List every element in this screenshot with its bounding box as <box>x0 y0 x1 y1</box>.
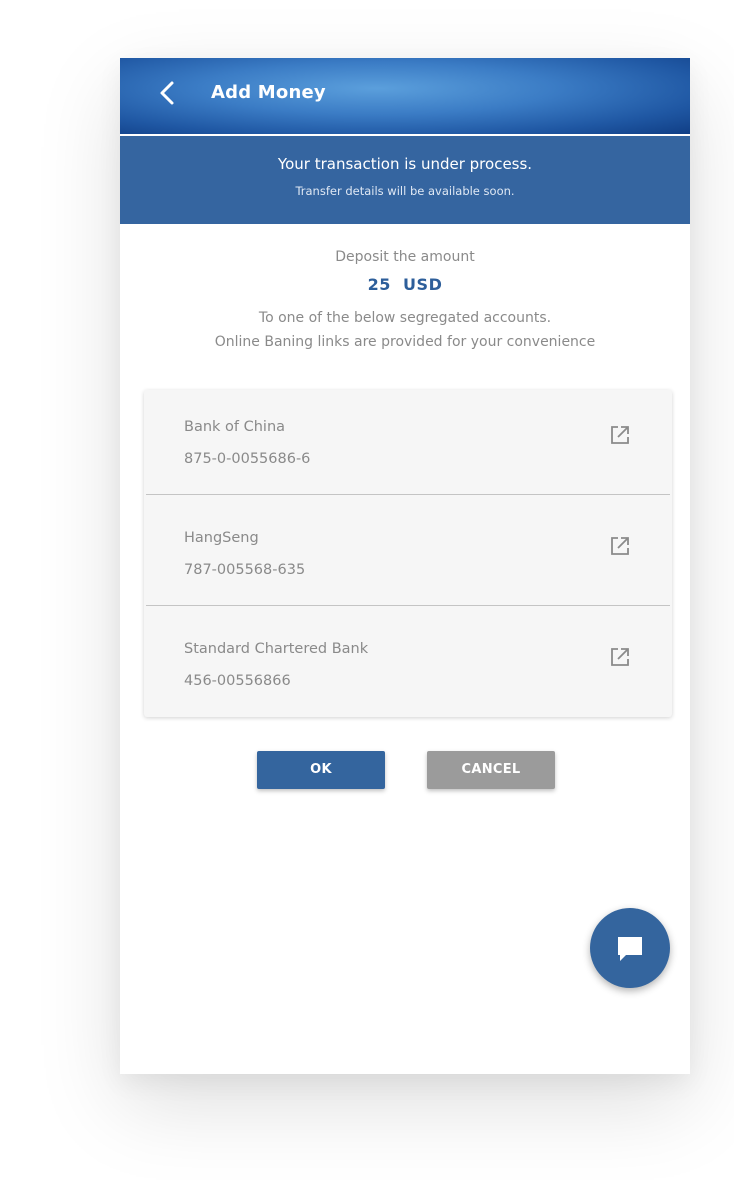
account-number: 787-005568-635 <box>184 562 306 578</box>
chat-button[interactable] <box>590 908 670 988</box>
app-bar: Add Money <box>120 58 690 136</box>
account-row-hangseng[interactable]: HangSeng 787-005568-635 <box>144 501 672 611</box>
instruction-line-2: Online Baning links are provided for you… <box>214 334 596 350</box>
bank-name: Bank of China <box>184 419 286 435</box>
account-number: 875-0-0055686-6 <box>184 451 311 467</box>
instruction-line-1: To one of the below segregated accounts. <box>258 310 552 326</box>
bank-name: Standard Chartered Bank <box>184 641 369 657</box>
bank-name: HangSeng <box>184 530 259 546</box>
stage: Add Money Your transaction is under proc… <box>0 0 734 1180</box>
account-row-standard-chartered[interactable]: Standard Chartered Bank 456-00556866 <box>144 612 672 722</box>
account-row-bank-of-china[interactable]: Bank of China 875-0-0055686-6 <box>144 390 672 500</box>
chat-icon <box>618 937 642 961</box>
chevron-left-icon[interactable] <box>156 78 178 108</box>
deposit-amount: 25 USD <box>367 275 443 294</box>
divider <box>146 494 670 495</box>
ok-button[interactable]: OK <box>257 751 385 789</box>
page-title: Add Money <box>211 82 326 103</box>
accounts-card: Bank of China 875-0-0055686-6 HangSeng 7… <box>144 390 672 717</box>
status-title: Your transaction is under process. <box>277 155 533 173</box>
account-number: 456-00556866 <box>184 673 291 689</box>
status-banner: Your transaction is under process. Trans… <box>120 136 690 224</box>
external-link-icon[interactable] <box>609 535 631 557</box>
phone-screen: Add Money Your transaction is under proc… <box>120 58 690 1074</box>
external-link-icon[interactable] <box>609 424 631 446</box>
divider <box>146 605 670 606</box>
deposit-label: Deposit the amount <box>335 249 475 265</box>
cancel-button[interactable]: CANCEL <box>427 751 555 789</box>
external-link-icon[interactable] <box>609 646 631 668</box>
status-subtitle: Transfer details will be available soon. <box>295 184 515 198</box>
